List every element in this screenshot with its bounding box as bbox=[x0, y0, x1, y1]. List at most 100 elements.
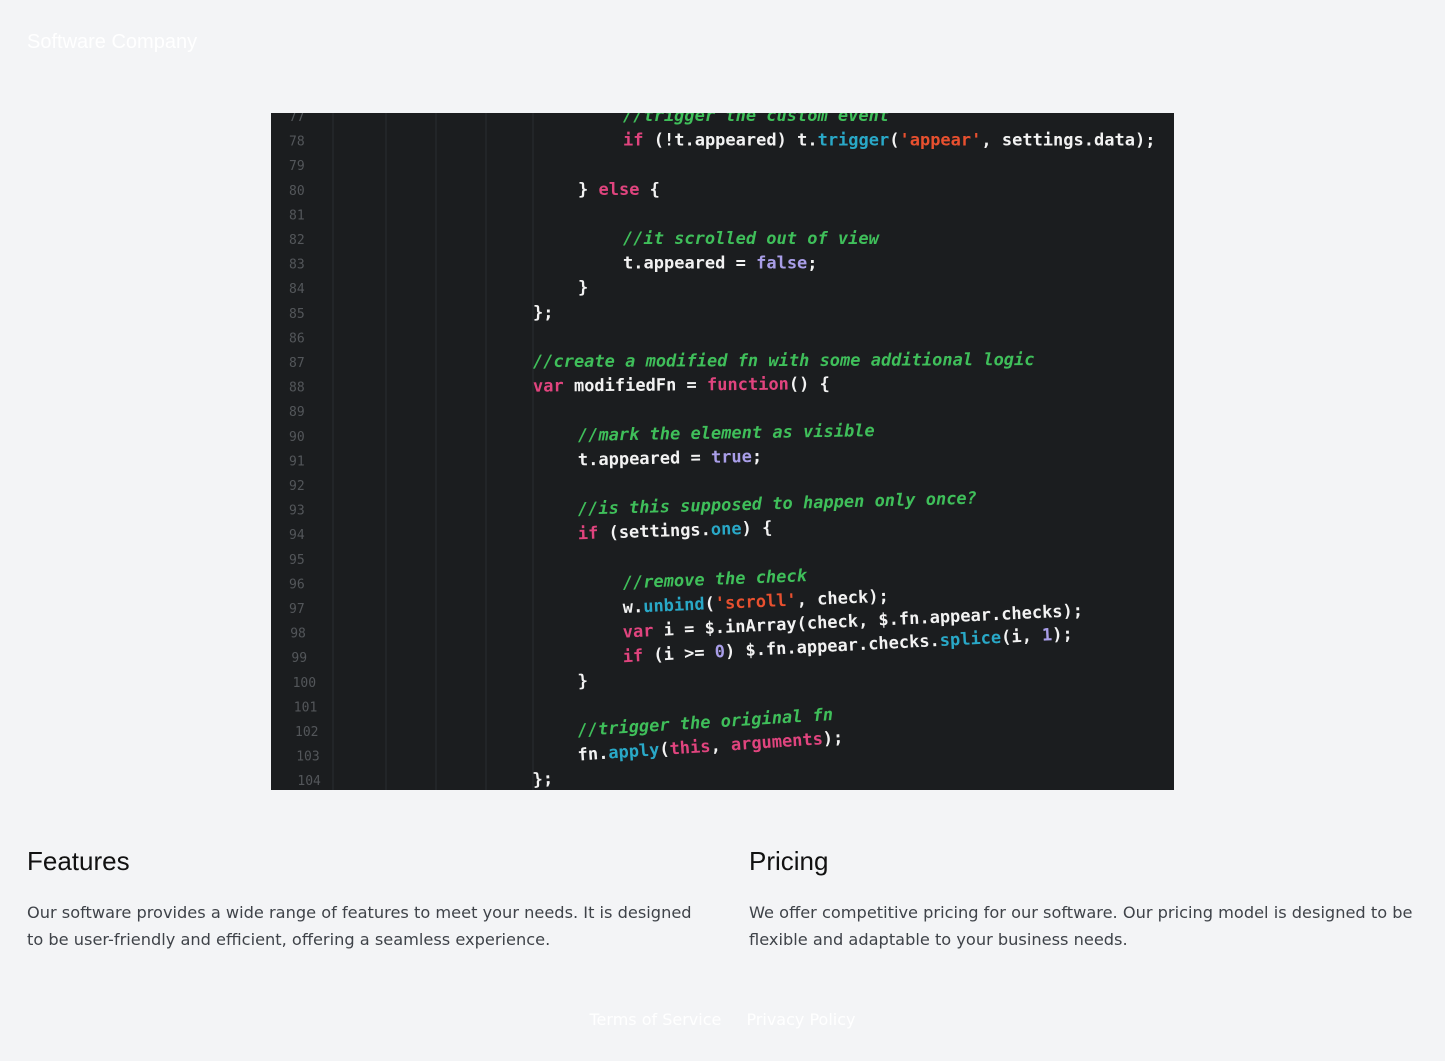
code-token: //it scrolled out of view bbox=[623, 229, 880, 249]
pricing-text: We offer competitive pricing for our sof… bbox=[749, 903, 1413, 949]
code-token: t bbox=[623, 254, 633, 274]
code-token: 'appear' bbox=[899, 131, 981, 151]
code-line: t.appeared = false; bbox=[623, 254, 818, 274]
code-line-number: 91 bbox=[289, 454, 305, 469]
code-token: check bbox=[806, 612, 858, 634]
code-line: //it scrolled out of view bbox=[623, 229, 880, 249]
code-token: fn bbox=[765, 639, 786, 660]
code-line-number: 88 bbox=[289, 381, 305, 396]
code-line: } bbox=[577, 671, 588, 692]
code-token: //is this supposed to happen only once? bbox=[578, 489, 978, 520]
code-token: //mark the element as visible bbox=[578, 421, 875, 446]
code-token: }; bbox=[532, 769, 554, 790]
code-token: data bbox=[1094, 131, 1135, 151]
code-token: , bbox=[796, 590, 817, 611]
code-screenshot-image: 77//trigger the custom event78 if (!t.app… bbox=[289, 113, 1155, 790]
features-section: Features Our software provides a wide ra… bbox=[27, 843, 695, 953]
code-token: appear bbox=[796, 635, 858, 658]
code-token: . bbox=[684, 131, 694, 151]
code-token: , bbox=[1021, 626, 1042, 647]
hero-image: 77//trigger the custom event 78 if (!t.app… bbox=[271, 113, 1174, 790]
code-token bbox=[564, 376, 574, 396]
code-line-number: 83 bbox=[289, 258, 305, 273]
code-line-number: 100 bbox=[293, 676, 316, 691]
code-line-number: 104 bbox=[297, 774, 321, 789]
code-token: settings bbox=[1002, 131, 1084, 151]
code-token: ) bbox=[777, 131, 797, 151]
code-line: var modifiedFn = function() { bbox=[533, 374, 830, 396]
code-token: ) { bbox=[741, 518, 772, 539]
code-token: ; bbox=[807, 254, 817, 274]
brand-link[interactable]: Software Company bbox=[27, 28, 197, 56]
code-line-number: 97 bbox=[289, 602, 305, 617]
code-line-number: 81 bbox=[289, 208, 305, 223]
code-token: t bbox=[797, 131, 807, 151]
code-token: . bbox=[588, 450, 599, 470]
code-line-number: 92 bbox=[289, 479, 305, 494]
code-token: if bbox=[622, 646, 643, 667]
code-token: modifiedFn bbox=[574, 375, 677, 396]
code-line: } bbox=[578, 278, 588, 298]
code-token: . bbox=[1084, 131, 1094, 151]
code-token: if bbox=[623, 131, 643, 151]
code-line-number: 101 bbox=[294, 700, 317, 715]
code-line-number: 98 bbox=[290, 627, 306, 642]
code-token: appeared bbox=[644, 254, 726, 274]
code-token: arguments bbox=[730, 729, 823, 755]
code-token: unbind bbox=[643, 594, 705, 617]
code-line-number: 82 bbox=[289, 233, 305, 248]
code-line: //mark the element as visible bbox=[578, 421, 875, 446]
code-line-number: 77 bbox=[289, 113, 305, 125]
code-line-number: 86 bbox=[289, 331, 305, 346]
code-token: , $. bbox=[858, 610, 900, 632]
code-token: . bbox=[700, 520, 711, 540]
code-line: //create a modified fn with some additio… bbox=[533, 350, 1035, 372]
code-token: }; bbox=[533, 303, 553, 323]
code-token: } bbox=[578, 278, 588, 298]
privacy-policy-link[interactable]: Privacy Policy bbox=[746, 1008, 855, 1032]
code-line: if (settings.one) { bbox=[578, 518, 773, 544]
code-token: } bbox=[577, 671, 588, 692]
code-token: checks bbox=[1001, 602, 1063, 625]
code-token: appeared bbox=[598, 448, 680, 470]
code-token: var bbox=[622, 621, 654, 642]
code-token: one bbox=[711, 519, 742, 540]
code-token: >= bbox=[673, 643, 715, 665]
code-token: = bbox=[676, 375, 707, 395]
code-token: settings bbox=[618, 520, 700, 543]
code-line-number: 85 bbox=[289, 307, 305, 322]
code-line: t.appeared = true; bbox=[578, 447, 763, 471]
code-token: , bbox=[710, 735, 732, 756]
code-line: } else { bbox=[578, 180, 660, 200]
terms-of-service-link[interactable]: Terms of Service bbox=[590, 1008, 722, 1032]
code-line: }; bbox=[532, 769, 554, 790]
code-token: ); bbox=[1052, 624, 1073, 645]
code-token: //remove the check bbox=[622, 566, 808, 593]
code-token: { bbox=[639, 180, 659, 200]
code-line: //trigger the custom event bbox=[623, 113, 889, 126]
code-line: //is this supposed to happen only once? bbox=[578, 489, 978, 520]
code-token: checks bbox=[868, 632, 930, 655]
code-token: //trigger the custom event bbox=[623, 113, 889, 126]
code-line: if (!t.appeared) t.trigger('appear', set… bbox=[623, 131, 1155, 151]
code-token: (! bbox=[643, 131, 674, 151]
code-line: //remove the check bbox=[622, 566, 808, 593]
code-line-number: 78 bbox=[289, 135, 305, 150]
code-token: ; bbox=[752, 447, 763, 467]
code-token: ); bbox=[1062, 601, 1083, 622]
features-text: Our software provides a wide range of fe… bbox=[27, 903, 692, 949]
code-token: fn bbox=[577, 744, 599, 765]
code-token: , bbox=[981, 131, 1001, 151]
code-line-number: 102 bbox=[295, 725, 318, 740]
code-token: = bbox=[680, 448, 711, 469]
code-token: inArray bbox=[725, 614, 798, 637]
code-token: . bbox=[633, 254, 643, 274]
site-footer: Terms of Service Privacy Policy bbox=[0, 1008, 1445, 1032]
code-line-number: 90 bbox=[289, 430, 305, 445]
pricing-title: Pricing bbox=[749, 846, 829, 876]
code-token: if bbox=[578, 524, 599, 545]
code-token: apply bbox=[608, 740, 660, 763]
code-line-number: 89 bbox=[289, 405, 305, 420]
code-line-number: 80 bbox=[289, 184, 305, 199]
code-line: }; bbox=[533, 303, 553, 323]
